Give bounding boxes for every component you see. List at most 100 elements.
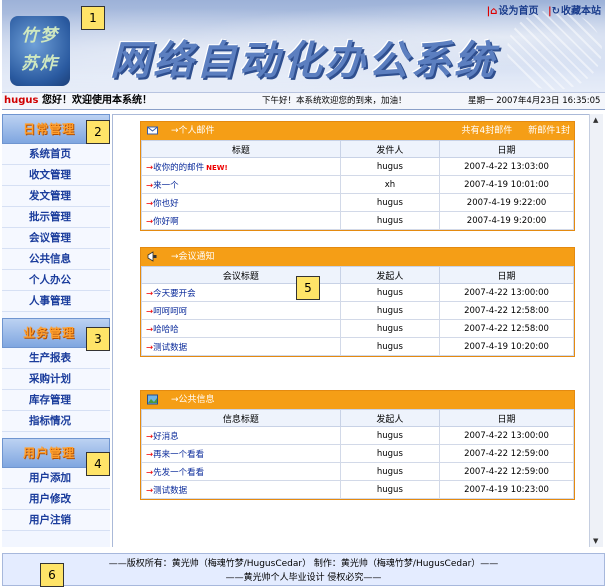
sidebar-item[interactable]: 用户修改: [2, 489, 110, 510]
row-date-cell: 2007-4-19 9:20:00: [439, 211, 574, 230]
info-table: 信息标题 发起人 日期 →好消息 hugus 2007-4-22 13:00:00 →…: [141, 409, 574, 499]
row-title-cell[interactable]: →测试数据: [141, 480, 341, 499]
sidebar-item[interactable]: 批示管理: [2, 207, 110, 228]
info-panel: →公共信息 信息标题 发起人 日期 →好消息 hugus 2007-4-22 13:…: [140, 390, 575, 500]
row-date-cell: 2007-4-19 10:01:00: [439, 175, 574, 194]
footer: ——版权所有：黄光帅（梅魂竹梦/HugusCedar） 制作：黄光帅（梅魂竹梦/…: [2, 553, 605, 586]
row-title-link[interactable]: 你也好: [153, 199, 179, 209]
bookmark-icon: ↻: [551, 6, 560, 17]
sidebar-item[interactable]: 个人办公: [2, 270, 110, 291]
sidebar-item[interactable]: 系统首页: [2, 144, 110, 165]
meeting-panel: →会议通知 会议标题 发起人 日期 →今天要开会 hugus 2007-4-22 1…: [140, 247, 575, 357]
table-row: →哈哈哈 hugus 2007-4-22 12:58:00: [141, 319, 574, 338]
meeting-panel-title: →会议通知: [171, 252, 215, 262]
picture-icon: [147, 394, 158, 405]
current-datetime: 星期一 2007年4月23日 16:35:05: [468, 96, 601, 106]
row-title-link[interactable]: 好消息: [153, 432, 179, 442]
sidebar-item[interactable]: 人事管理: [2, 291, 110, 312]
row-title-cell[interactable]: →再来一个看看: [141, 444, 341, 463]
row-title-link[interactable]: 测试数据: [153, 486, 187, 496]
row-date-cell: 2007-4-22 13:00:00: [439, 283, 574, 302]
new-badge: NEW!: [206, 163, 228, 172]
table-row: →今天要开会 hugus 2007-4-22 13:00:00: [141, 283, 574, 302]
mail-panel-header: →个人邮件 共有4封邮件 新邮件1封: [141, 122, 574, 140]
marker-3: 3: [86, 327, 110, 351]
row-sender-cell: hugus: [339, 462, 441, 481]
row-title-cell[interactable]: →先发一个看看: [141, 462, 341, 481]
row-sender-cell: hugus: [339, 319, 441, 338]
current-username: hugus: [4, 95, 39, 106]
col-date: 日期: [439, 409, 574, 427]
sidebar-item[interactable]: 用户注销: [2, 510, 110, 531]
col-title: 标题: [141, 140, 341, 158]
sidebar-item[interactable]: 会议管理: [2, 228, 110, 249]
sidebar-item[interactable]: 采购计划: [2, 369, 110, 390]
table-row: →好消息 hugus 2007-4-22 13:00:00: [141, 426, 574, 445]
scroll-down-icon[interactable]: ▼: [593, 537, 598, 545]
row-title-link[interactable]: 来一个: [153, 181, 179, 191]
table-row: →来一个 xh 2007-4-19 10:01:00: [141, 175, 574, 194]
row-title-link[interactable]: 呵呵呵呵: [153, 307, 187, 317]
sidebar-item[interactable]: 库存管理: [2, 390, 110, 411]
sidebar-item[interactable]: 发文管理: [2, 186, 110, 207]
mail-total-count[interactable]: 共有4封邮件: [462, 126, 513, 136]
row-title-cell[interactable]: →好消息: [141, 426, 341, 445]
welcome-bar: hugus 您好！欢迎使用本系统！ 下午好！本系统欢迎您的到来，加油！ 星期一 …: [2, 92, 605, 109]
row-sender-cell: hugus: [339, 480, 441, 499]
row-date-cell: 2007-4-22 12:58:00: [439, 301, 574, 320]
sidebar-item[interactable]: 公共信息: [2, 249, 110, 270]
row-title-link[interactable]: 再来一个看看: [153, 450, 204, 460]
row-title-cell[interactable]: →测试数据: [141, 337, 341, 356]
row-title-link[interactable]: 收你的的邮件: [153, 163, 204, 173]
design-note-line: ——黄光帅个人毕业设计 侵权必究——: [225, 573, 382, 583]
marker-4: 4: [86, 452, 110, 476]
main-scrollbar[interactable]: ▲ ▼: [589, 114, 603, 547]
row-sender-cell: hugus: [339, 444, 441, 463]
sidebar-item[interactable]: 收文管理: [2, 165, 110, 186]
col-info-title: 信息标题: [141, 409, 341, 427]
table-row: →你好啊 hugus 2007-4-19 9:20:00: [141, 211, 574, 230]
globe-decoration: [507, 10, 602, 90]
row-sender-cell: hugus: [339, 337, 441, 356]
site-title: 网络自动化办公系统: [110, 37, 497, 84]
set-home-link[interactable]: 设为首页: [498, 6, 538, 17]
welcome-message: 您好！欢迎使用本系统！: [42, 95, 152, 106]
row-sender-cell: hugus: [339, 211, 441, 230]
mail-new-count[interactable]: 新邮件1封: [528, 126, 570, 136]
table-row: →测试数据 hugus 2007-4-19 10:23:00: [141, 480, 574, 499]
row-date-cell: 2007-4-22 12:59:00: [439, 444, 574, 463]
row-title-cell[interactable]: →你好啊: [141, 211, 341, 230]
col-date: 日期: [439, 140, 574, 158]
sidebar-item[interactable]: 指标情况: [2, 411, 110, 432]
row-title-link[interactable]: 你好啊: [153, 217, 179, 227]
mail-table: 标题 发件人 日期 →收你的的邮件 NEW! hugus 2007-4-22 13:0…: [141, 140, 574, 230]
bookmark-link[interactable]: 收藏本站: [561, 6, 601, 17]
row-title-link[interactable]: 测试数据: [153, 343, 187, 353]
row-date-cell: 2007-4-22 13:03:00: [439, 157, 574, 176]
row-sender-cell: hugus: [339, 193, 441, 212]
row-title-cell[interactable]: →呵呵呵呵: [141, 301, 341, 320]
row-title-cell[interactable]: →来一个: [141, 175, 341, 194]
row-title-link[interactable]: 今天要开会: [153, 289, 196, 299]
site-logo: 竹梦 苏炸: [10, 16, 70, 86]
row-title-link[interactable]: 先发一个看看: [153, 468, 204, 478]
meeting-table: 会议标题 发起人 日期 →今天要开会 hugus 2007-4-22 13:00:0…: [141, 266, 574, 356]
row-title-link[interactable]: 哈哈哈: [153, 325, 179, 335]
sidebar-section-title: 日常管理: [23, 122, 76, 136]
row-title-cell[interactable]: →你也好: [141, 193, 341, 212]
table-row: →收你的的邮件 NEW! hugus 2007-4-22 13:03:00: [141, 157, 574, 176]
main-content: →个人邮件 共有4封邮件 新邮件1封 标题 发件人 日期 →收你的的邮件 NEW! h…: [112, 114, 602, 547]
sidebar-item[interactable]: 生产报表: [2, 348, 110, 369]
table-row: →呵呵呵呵 hugus 2007-4-22 12:58:00: [141, 301, 574, 320]
marker-2: 2: [86, 120, 110, 144]
row-date-cell: 2007-4-19 10:23:00: [439, 480, 574, 499]
greeting-marquee: 下午好！本系统欢迎您的到来，加油！: [262, 96, 407, 106]
row-sender-cell: xh: [339, 175, 441, 194]
scroll-up-icon[interactable]: ▲: [593, 116, 598, 124]
col-initiator: 发起人: [339, 409, 441, 427]
megaphone-icon: [147, 251, 157, 262]
row-title-cell[interactable]: →哈哈哈: [141, 319, 341, 338]
row-title-cell[interactable]: →收你的的邮件 NEW!: [141, 157, 341, 176]
row-sender-cell: hugus: [339, 426, 441, 445]
table-row: →再来一个看看 hugus 2007-4-22 12:59:00: [141, 444, 574, 463]
